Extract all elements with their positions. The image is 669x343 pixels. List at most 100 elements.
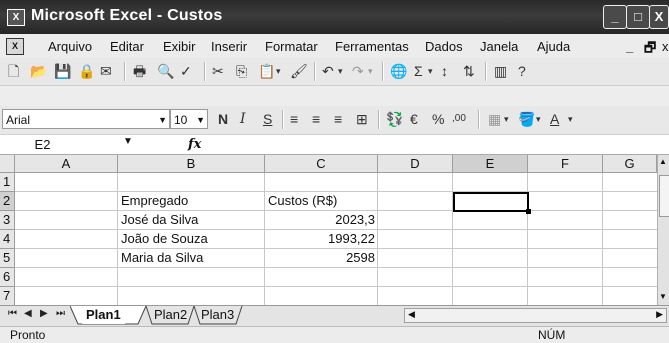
horizontal-scrollbar[interactable]: ◀ ▶ [404, 308, 667, 323]
scroll-down-icon[interactable]: ▼ [659, 292, 667, 301]
merge-center-icon[interactable]: ⊞ [356, 110, 368, 128]
doc-minimize-icon[interactable]: _ [626, 39, 633, 54]
first-sheet-icon[interactable]: ⏮ [8, 308, 17, 319]
sheet-tab-plan2[interactable]: Plan2 [150, 306, 191, 324]
cell-b5[interactable]: Maria da Silva [118, 249, 265, 267]
scroll-right-icon[interactable]: ▶ [656, 309, 663, 320]
scroll-left-icon[interactable]: ◀ [408, 309, 415, 320]
column-header-c[interactable]: C [265, 155, 378, 173]
new-icon[interactable]: 🗋 [8, 62, 19, 80]
cell-c5[interactable]: 2598 [265, 249, 378, 267]
menu-ferramentas[interactable]: Ferramentas [335, 39, 409, 54]
percent-icon[interactable]: % [432, 110, 444, 128]
cell-b3[interactable]: José da Silva [118, 211, 265, 229]
font-color-dropdown-icon[interactable]: ▾ [568, 110, 573, 128]
help-icon[interactable]: ? [518, 62, 526, 80]
sort-ascending-icon[interactable]: ↕ [441, 62, 448, 80]
align-right-icon[interactable]: ≡ [334, 110, 342, 128]
prev-sheet-icon[interactable]: ◀ [24, 308, 32, 319]
excel-app-icon[interactable]: X [7, 9, 25, 26]
column-header-e[interactable]: E [453, 155, 528, 173]
font-size-combo[interactable]: 10 ▼ [170, 109, 208, 129]
vertical-scrollbar[interactable]: ▲ ▼ [657, 155, 669, 305]
permission-icon[interactable]: 🔒 [78, 62, 95, 80]
fill-color-icon[interactable]: 🪣 [518, 110, 535, 128]
close-button[interactable]: X [649, 5, 669, 29]
format-painter-icon[interactable]: 🖌 [290, 62, 308, 80]
next-sheet-icon[interactable]: ▶ [40, 308, 48, 319]
cell-c4[interactable]: 1993,22 [265, 230, 378, 248]
column-header-g[interactable]: G [603, 155, 657, 173]
row-header-7[interactable]: 7 [0, 287, 15, 305]
print-icon[interactable]: 🖶 [133, 62, 146, 80]
last-sheet-icon[interactable]: ⏭ [56, 308, 65, 319]
paste-icon[interactable]: 📋 [258, 62, 275, 80]
borders-icon[interactable]: ▦ [488, 110, 501, 128]
hyperlink-icon[interactable]: 🌐 [390, 62, 407, 80]
align-center-icon[interactable]: ≡ [312, 110, 320, 128]
row-header-2[interactable]: 2 [0, 192, 15, 211]
row-header-6[interactable]: 6 [0, 268, 15, 287]
euro-icon[interactable]: € [410, 110, 418, 128]
menu-inserir[interactable]: Inserir [211, 39, 247, 54]
autosum-dropdown-icon[interactable]: ▾ [428, 62, 433, 80]
row-header-4[interactable]: 4 [0, 230, 15, 249]
spelling-icon[interactable]: ✓ [180, 62, 192, 80]
open-icon[interactable]: 📂 [30, 62, 47, 80]
borders-dropdown-icon[interactable]: ▾ [504, 110, 509, 128]
document-icon[interactable]: X [6, 38, 24, 55]
name-box-dropdown-icon[interactable]: ▼ [123, 136, 133, 147]
font-combo[interactable]: Arial ▼ [2, 109, 170, 129]
menu-dados[interactable]: Dados [425, 39, 463, 54]
chart-wizard-icon[interactable]: ▥ [494, 62, 507, 80]
name-box[interactable]: E2 [0, 135, 85, 154]
italic-icon[interactable]: I [240, 110, 246, 128]
undo-dropdown-icon[interactable]: ▾ [338, 62, 343, 80]
row-header-3[interactable]: 3 [0, 211, 15, 230]
sheet-tab-plan3[interactable]: Plan3 [197, 306, 238, 324]
column-header-b[interactable]: B [118, 155, 265, 173]
column-header-a[interactable]: A [15, 155, 118, 173]
font-dropdown-icon[interactable]: ▼ [158, 110, 167, 130]
undo-icon[interactable]: ↶ [322, 62, 334, 80]
menu-arquivo[interactable]: Arquivo [48, 39, 92, 54]
save-icon[interactable]: 💾 [54, 62, 71, 80]
autosum-icon[interactable]: Σ [414, 62, 423, 80]
cell-c2[interactable]: Custos (R$) [265, 192, 378, 210]
menu-formatar[interactable]: Formatar [265, 39, 318, 54]
fill-handle[interactable] [526, 209, 531, 214]
doc-close-icon[interactable]: x [662, 39, 669, 54]
fill-dropdown-icon[interactable]: ▾ [536, 110, 541, 128]
row-header-5[interactable]: 5 [0, 249, 15, 268]
scroll-up-icon[interactable]: ▲ [659, 157, 667, 166]
select-all-corner[interactable] [0, 155, 15, 173]
email-icon[interactable]: ✉ [100, 62, 112, 80]
row-header-1[interactable]: 1 [0, 173, 15, 192]
bold-icon[interactable]: N [218, 110, 228, 128]
font-color-icon[interactable]: A [550, 110, 559, 128]
size-dropdown-icon[interactable]: ▼ [196, 110, 205, 130]
cell-c3[interactable]: 2023,3 [265, 211, 378, 229]
menu-ajuda[interactable]: Ajuda [537, 39, 570, 54]
redo-dropdown-icon[interactable]: ▾ [368, 62, 373, 80]
insert-function-icon[interactable]: fx [188, 135, 201, 154]
paste-dropdown-icon[interactable]: ▾ [276, 62, 281, 80]
align-left-icon[interactable]: ≡ [290, 110, 298, 128]
copy-icon[interactable]: ⎘ [236, 62, 247, 80]
underline-icon[interactable]: S [263, 110, 272, 128]
cell-b4[interactable]: João de Souza [118, 230, 265, 248]
maximize-button[interactable]: □ [626, 5, 650, 29]
increase-decimal-icon[interactable]: ,00 [452, 110, 466, 128]
menu-exibir[interactable]: Exibir [163, 39, 196, 54]
menu-editar[interactable]: Editar [110, 39, 144, 54]
cut-icon[interactable]: ✂ [212, 62, 224, 80]
cell-b2[interactable]: Empregado [118, 192, 265, 210]
selected-cell-e2[interactable] [453, 192, 529, 212]
column-header-f[interactable]: F [528, 155, 603, 173]
minimize-button[interactable]: _ [603, 5, 627, 29]
print-preview-icon[interactable]: 🔍 [157, 62, 174, 80]
sort-az-icon[interactable]: ⇅ [463, 62, 475, 80]
scroll-thumb[interactable] [659, 175, 669, 217]
sheet-tab-plan1[interactable]: Plan1 [82, 306, 125, 324]
currency-style-icon[interactable]: 💱 [386, 110, 403, 128]
